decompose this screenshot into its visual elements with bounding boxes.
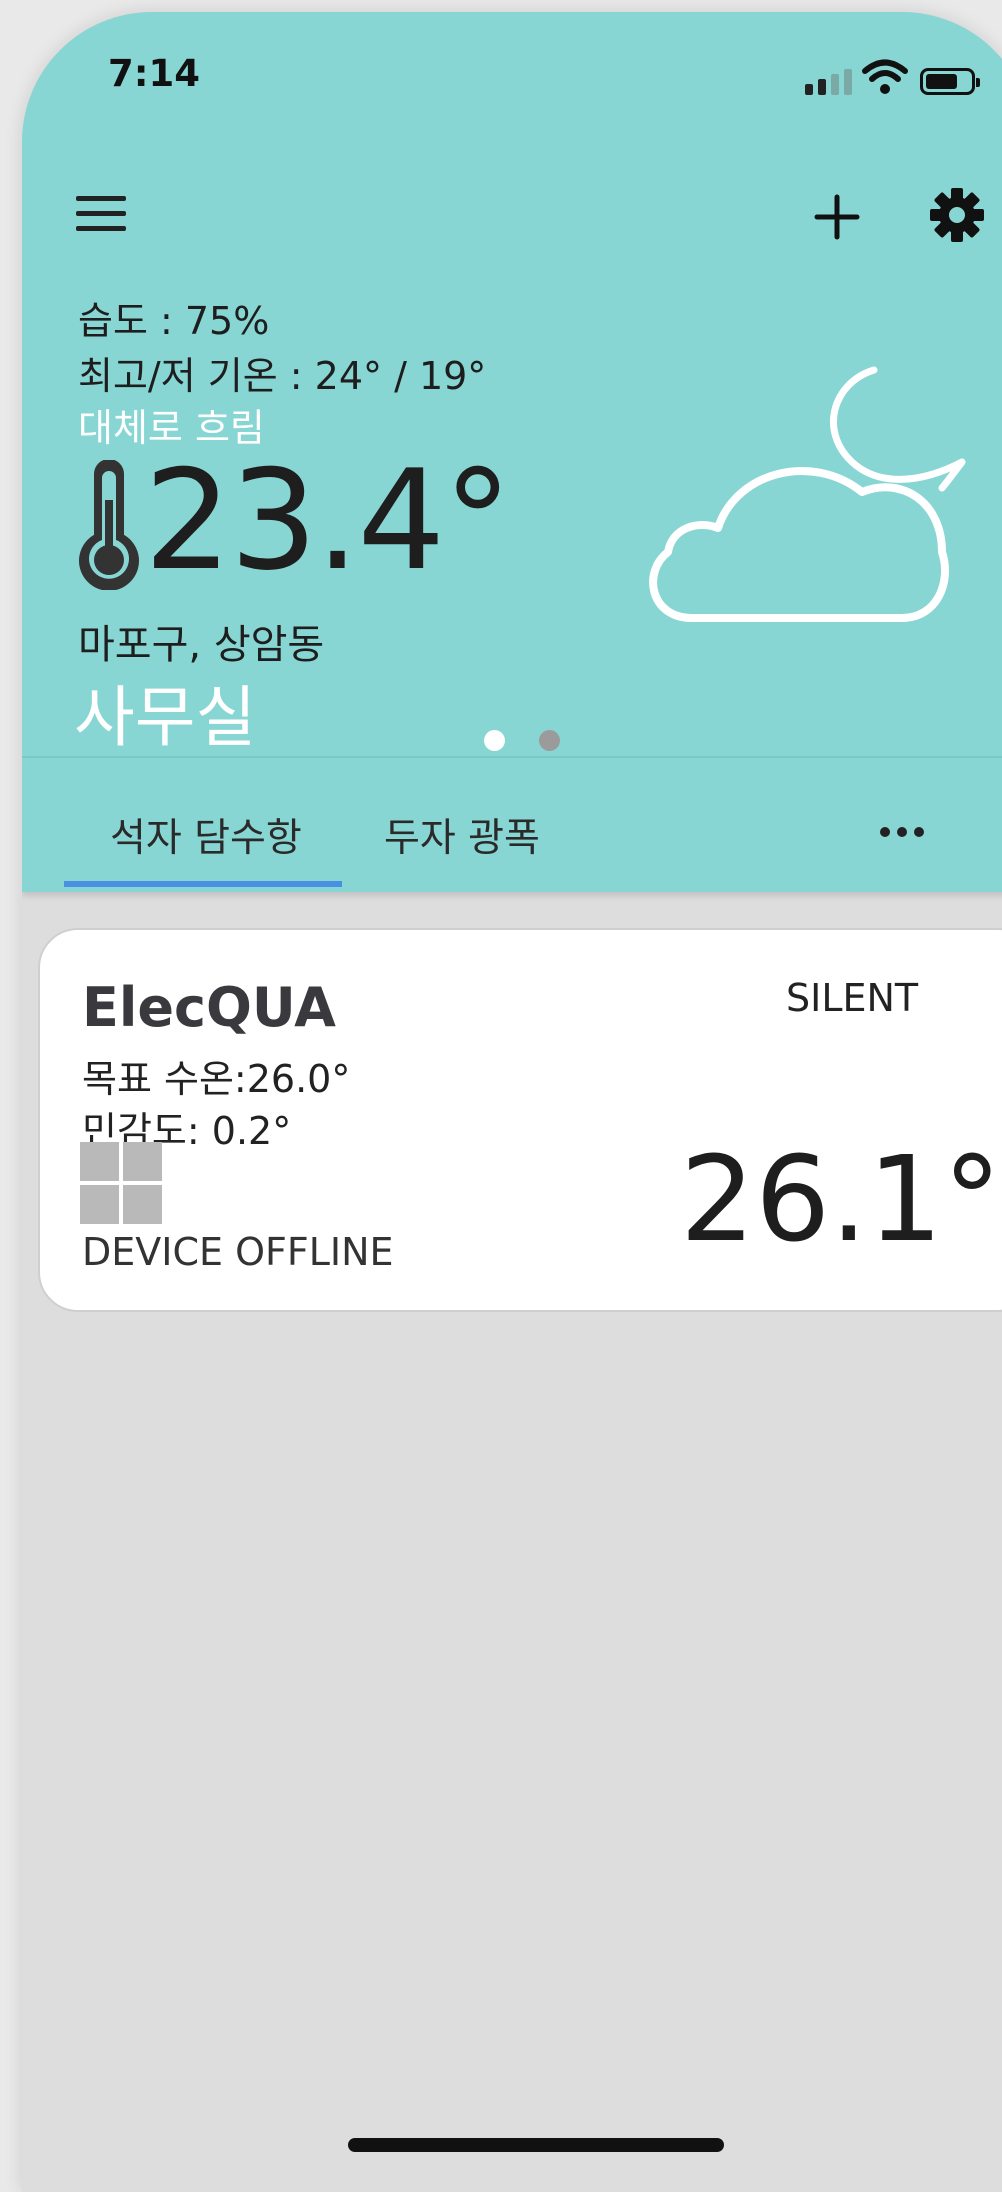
home-indicator[interactable]	[348, 2138, 724, 2152]
tab-divider	[22, 756, 1002, 758]
location-text: 마포구, 상암동	[78, 622, 325, 668]
cellular-signal-icon	[805, 69, 852, 95]
plus-icon	[814, 194, 860, 240]
more-dots-icon	[880, 827, 890, 837]
target-temperature: 목표 수온:26.0°	[82, 1057, 351, 1101]
tab-selected-indicator	[64, 881, 342, 887]
menu-button[interactable]	[70, 182, 132, 244]
humidity-text: 습도 : 75%	[78, 299, 270, 343]
page-indicator[interactable]	[484, 730, 560, 751]
gear-icon	[930, 188, 984, 242]
thermometer-icon	[74, 459, 144, 594]
add-button[interactable]	[802, 182, 872, 252]
hamburger-icon-line	[76, 225, 126, 231]
more-tabs-button[interactable]	[880, 812, 924, 852]
page-dot-active[interactable]	[484, 730, 505, 751]
device-name: ElecQUA	[82, 976, 336, 1039]
device-card[interactable]: ElecQUA 목표 수온:26.0° 민감도: 0.2° SILENT DEV…	[38, 928, 1002, 1312]
more-dots-icon	[914, 827, 924, 837]
place-name: 사무실	[74, 679, 257, 756]
phone-screen: 7:14 습도: 75% 최고/저 기온: 24° / 19° 대체로 흐림…	[22, 12, 1002, 2192]
device-signal-grid-icon	[80, 1142, 162, 1224]
battery-icon	[920, 68, 980, 95]
page-dot[interactable]	[539, 730, 560, 751]
settings-button[interactable]	[922, 180, 992, 250]
wifi-icon	[862, 58, 908, 100]
hamburger-icon-line	[76, 195, 126, 201]
status-bar-time: 7:14	[108, 52, 201, 95]
cloud-moon-icon	[612, 352, 992, 646]
tab-tank-1[interactable]: 석자 담수항	[110, 807, 302, 863]
current-temperature: 23.4°	[144, 440, 512, 601]
tab-tank-2[interactable]: 두자 광폭	[384, 807, 540, 863]
high-low-temp-text: 최고/저 기온 : 24° / 19°	[78, 354, 487, 398]
device-current-temperature: 26.1°	[680, 1130, 1002, 1268]
device-mode: SILENT	[786, 976, 919, 1020]
more-dots-icon	[897, 827, 907, 837]
hamburger-icon-line	[76, 210, 126, 216]
weather-header: 7:14 습도: 75% 최고/저 기온: 24° / 19° 대체로 흐림…	[22, 12, 1002, 892]
device-status: DEVICE OFFLINE	[82, 1230, 394, 1274]
